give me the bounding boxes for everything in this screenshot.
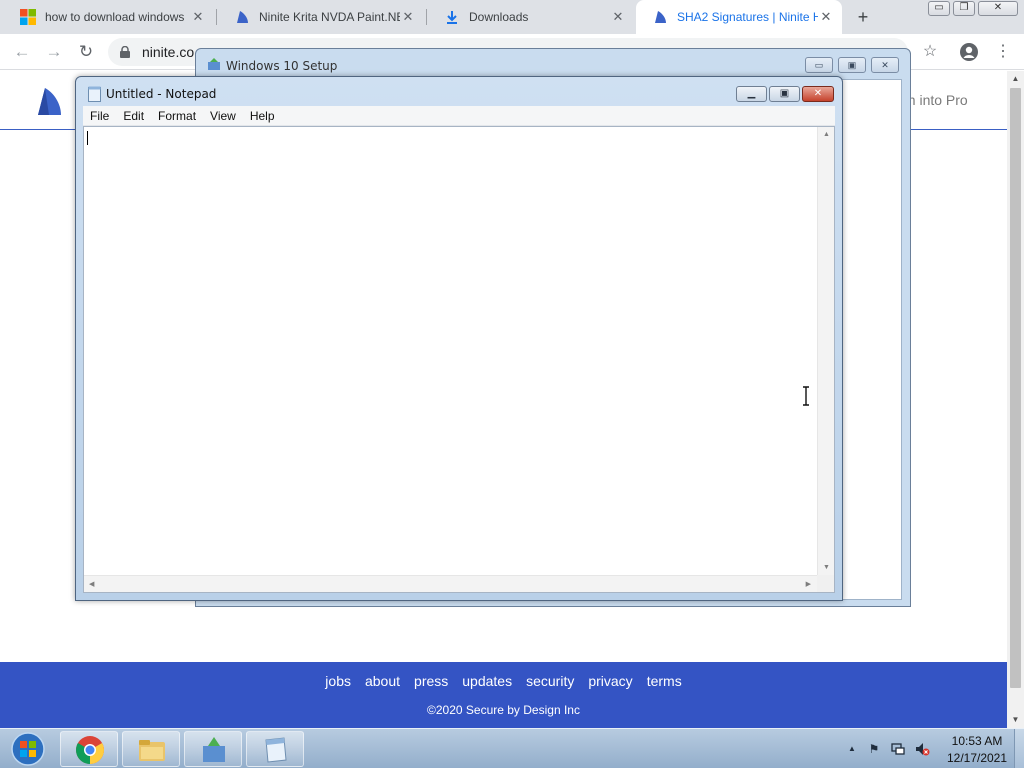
windows-taskbar: ▲ ⚑ 10:53 AM 12/17/2021: [0, 728, 1024, 768]
action-center-flag-icon[interactable]: ⚑: [866, 741, 882, 757]
taskbar-notepad-button[interactable]: [246, 731, 304, 767]
scroll-down-arrow-icon[interactable]: ▼: [823, 564, 830, 571]
footer-link-press[interactable]: press: [414, 673, 448, 689]
footer-link-privacy[interactable]: privacy: [588, 673, 632, 689]
ninite-logo-icon: [237, 11, 248, 23]
menu-file[interactable]: File: [83, 109, 116, 123]
ninite-logo-icon[interactable]: [34, 85, 64, 117]
tab-close-icon[interactable]: ✕: [400, 9, 416, 25]
scroll-up-arrow-icon[interactable]: ▲: [1007, 71, 1024, 87]
menu-edit[interactable]: Edit: [116, 109, 151, 123]
taskbar-file-explorer-button[interactable]: [122, 731, 180, 767]
minimize-button[interactable]: ▭: [805, 57, 833, 73]
vertical-scrollbar[interactable]: ▲ ▼: [817, 127, 834, 575]
browser-minimize-button[interactable]: ▭: [928, 1, 950, 16]
taskbar-chrome-button[interactable]: [60, 731, 118, 767]
scroll-up-arrow-icon[interactable]: ▲: [823, 131, 830, 138]
footer-copyright: ©2020 Secure by Design Inc: [427, 703, 580, 717]
show-hidden-icons-icon[interactable]: ▲: [844, 741, 860, 757]
menu-bar: File Edit Format View Help: [83, 106, 835, 126]
scroll-right-arrow-icon[interactable]: ▶: [806, 580, 811, 588]
footer-link-terms[interactable]: terms: [647, 673, 682, 689]
browser-tab-3[interactable]: Downloads ✕: [428, 0, 634, 34]
network-icon[interactable]: [890, 741, 906, 757]
window-title: Untitled - Notepad: [106, 87, 217, 101]
notepad-window[interactable]: Untitled - Notepad ▁ ▣ ✕ File Edit Forma…: [75, 76, 843, 601]
bookmark-star-icon[interactable]: ☆: [920, 42, 940, 62]
chrome-menu-icon[interactable]: ⋮: [993, 42, 1013, 62]
browser-tab-4-active[interactable]: SHA2 Signatures | Ninite H ✕: [636, 0, 842, 34]
footer-links: jobs about press updates security privac…: [0, 673, 1007, 689]
back-arrow-icon[interactable]: ←: [10, 40, 34, 64]
volume-muted-icon[interactable]: [914, 741, 930, 757]
text-caret: [87, 131, 88, 145]
browser-tab-2[interactable]: Ninite Krita NVDA Paint.NET ✕: [218, 0, 424, 34]
text-editor-area[interactable]: ▲ ▼ ◀ ▶: [83, 126, 835, 593]
notepad-icon: [88, 86, 101, 102]
tab-title: SHA2 Signatures | Ninite H: [677, 10, 818, 24]
show-desktop-button[interactable]: [1014, 729, 1024, 768]
setup-app-icon: [208, 58, 220, 70]
clock-date[interactable]: 12/17/2021: [940, 751, 1014, 765]
footer-link-about[interactable]: about: [365, 673, 400, 689]
lock-icon: [120, 46, 130, 58]
close-button[interactable]: ✕: [802, 86, 834, 102]
microsoft-logo-icon: [20, 9, 36, 25]
ninite-logo-icon: [655, 11, 666, 23]
taskbar-windows-setup-button[interactable]: [184, 731, 242, 767]
menu-format[interactable]: Format: [151, 109, 203, 123]
scroll-left-arrow-icon[interactable]: ◀: [89, 580, 94, 588]
tab-title: how to download windows: [45, 10, 185, 24]
maximize-button[interactable]: ▣: [769, 86, 800, 102]
forward-arrow-icon[interactable]: →: [42, 40, 66, 64]
horizontal-scrollbar[interactable]: ◀ ▶: [84, 575, 817, 592]
tab-title: Downloads: [469, 10, 529, 24]
folder-icon: [139, 740, 165, 761]
window-title: Windows 10 Setup: [226, 59, 338, 73]
url-text: ninite.co: [142, 44, 195, 60]
menu-help[interactable]: Help: [243, 109, 282, 123]
scrollbar-thumb[interactable]: [1010, 88, 1021, 688]
new-tab-button[interactable]: +: [852, 6, 874, 28]
footer-link-security[interactable]: security: [526, 673, 574, 689]
menu-view[interactable]: View: [203, 109, 243, 123]
footer-link-jobs[interactable]: jobs: [325, 673, 351, 689]
reload-icon[interactable]: ↻: [74, 40, 98, 64]
profile-avatar-icon[interactable]: [959, 42, 979, 62]
browser-tab-strip: how to download windows ✕ Ninite Krita N…: [0, 0, 1024, 34]
close-button[interactable]: ✕: [871, 57, 899, 73]
tab-close-icon[interactable]: ✕: [190, 9, 206, 25]
browser-close-button[interactable]: ✕: [978, 1, 1018, 16]
tab-divider: [216, 9, 217, 25]
chrome-icon: [76, 736, 104, 764]
notepad-icon: [265, 737, 287, 763]
minimize-button[interactable]: ▁: [736, 86, 767, 102]
browser-tab-1[interactable]: how to download windows ✕: [4, 0, 214, 34]
site-footer: jobs about press updates security privac…: [0, 662, 1007, 728]
maximize-button[interactable]: ▣: [838, 57, 866, 73]
scroll-down-arrow-icon[interactable]: ▼: [1007, 712, 1024, 728]
tab-close-icon[interactable]: ✕: [818, 9, 834, 25]
page-scrollbar[interactable]: ▲ ▼: [1007, 71, 1024, 728]
download-icon: [447, 11, 457, 24]
tab-close-icon[interactable]: ✕: [610, 9, 626, 25]
system-tray: ▲ ⚑ 10:53 AM 12/17/2021: [840, 729, 1024, 768]
start-button-icon[interactable]: [3, 730, 49, 768]
text-cursor-icon: [803, 386, 809, 406]
footer-link-updates[interactable]: updates: [462, 673, 512, 689]
resize-grip-icon[interactable]: [817, 575, 834, 592]
setup-app-icon: [203, 737, 225, 762]
clock-time[interactable]: 10:53 AM: [946, 734, 1008, 748]
tab-divider: [426, 9, 427, 25]
tab-title: Ninite Krita NVDA Paint.NET: [259, 10, 400, 24]
browser-restore-button[interactable]: ❐: [953, 1, 975, 16]
